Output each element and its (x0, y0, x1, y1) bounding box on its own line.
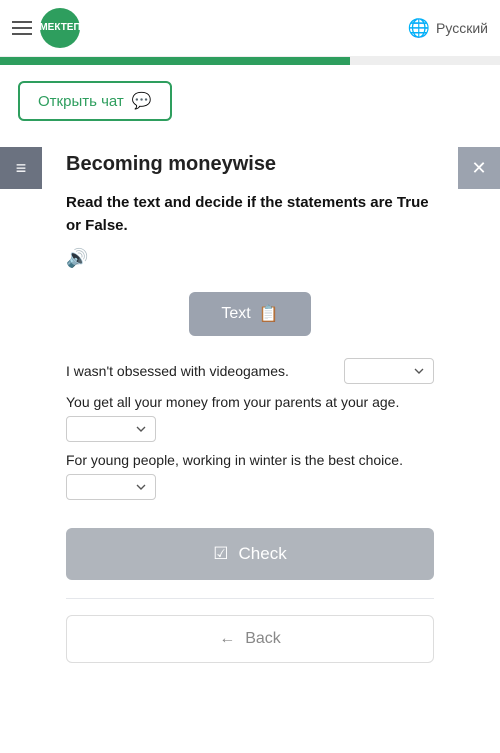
back-button-label: Back (245, 630, 281, 648)
menu-button[interactable]: ≡ (0, 147, 42, 189)
statement-row: I wasn't obsessed with videogames. True … (66, 358, 434, 384)
section-title: Becoming moneywise (66, 153, 434, 176)
progress-bar-container (0, 57, 500, 65)
statement-1-select[interactable]: True False (344, 358, 434, 384)
hamburger-line-2 (12, 27, 32, 29)
instruction: Read the text and decide if the statemen… (66, 192, 434, 272)
text-button-area: Text 📋 (66, 292, 434, 336)
statements-area: I wasn't obsessed with videogames. True … (66, 358, 434, 500)
back-arrow-icon: ← (219, 630, 235, 648)
menu-icon: ≡ (16, 158, 27, 179)
check-button-label: Check (239, 544, 287, 564)
main-content: Becoming moneywise Read the text and dec… (16, 137, 484, 663)
open-chat-button[interactable]: Открыть чат 💬 (18, 81, 172, 121)
top-bar: МЕКТЕП 🌐 Русский (0, 0, 500, 57)
language-selector[interactable]: 🌐 Русский (408, 18, 488, 39)
progress-bar-fill (0, 57, 350, 65)
back-button[interactable]: ← Back (66, 615, 434, 663)
text-button[interactable]: Text 📋 (189, 292, 310, 336)
statement-col-3: For young people, working in winter is t… (66, 452, 434, 500)
lang-label: Русский (436, 20, 488, 36)
logo: МЕКТЕП (40, 8, 80, 48)
speaker-icon[interactable]: 🔊 (66, 245, 88, 272)
instruction-text: Read the text and decide if the statemen… (66, 192, 434, 237)
statement-2-text: You get all your money from your parents… (66, 394, 434, 410)
content-area: ≡ ✕ Becoming moneywise Read the text and… (0, 137, 500, 683)
logo-area: МЕКТЕП (12, 8, 80, 48)
divider (66, 598, 434, 599)
chat-icon: 💬 (132, 91, 152, 111)
statement-col-2: You get all your money from your parents… (66, 394, 434, 442)
close-icon: ✕ (471, 158, 486, 179)
hamburger-menu-top[interactable] (12, 21, 32, 35)
statement-2-select[interactable]: True False (66, 416, 156, 442)
chat-button-label: Открыть чат (38, 93, 124, 110)
chat-button-area: Открыть чат 💬 (0, 65, 500, 137)
globe-icon: 🌐 (408, 18, 430, 39)
statement-3-text: For young people, working in winter is t… (66, 452, 434, 468)
hamburger-line-3 (12, 33, 32, 35)
check-icon: ☑ (213, 544, 228, 564)
check-button[interactable]: ☑ Check (66, 528, 434, 580)
statement-3-select[interactable]: True False (66, 474, 156, 500)
close-button[interactable]: ✕ (458, 147, 500, 189)
book-icon: 📋 (259, 304, 279, 324)
statement-1-text: I wasn't obsessed with videogames. (66, 363, 336, 379)
hamburger-line-1 (12, 21, 32, 23)
text-button-label: Text (221, 305, 250, 323)
